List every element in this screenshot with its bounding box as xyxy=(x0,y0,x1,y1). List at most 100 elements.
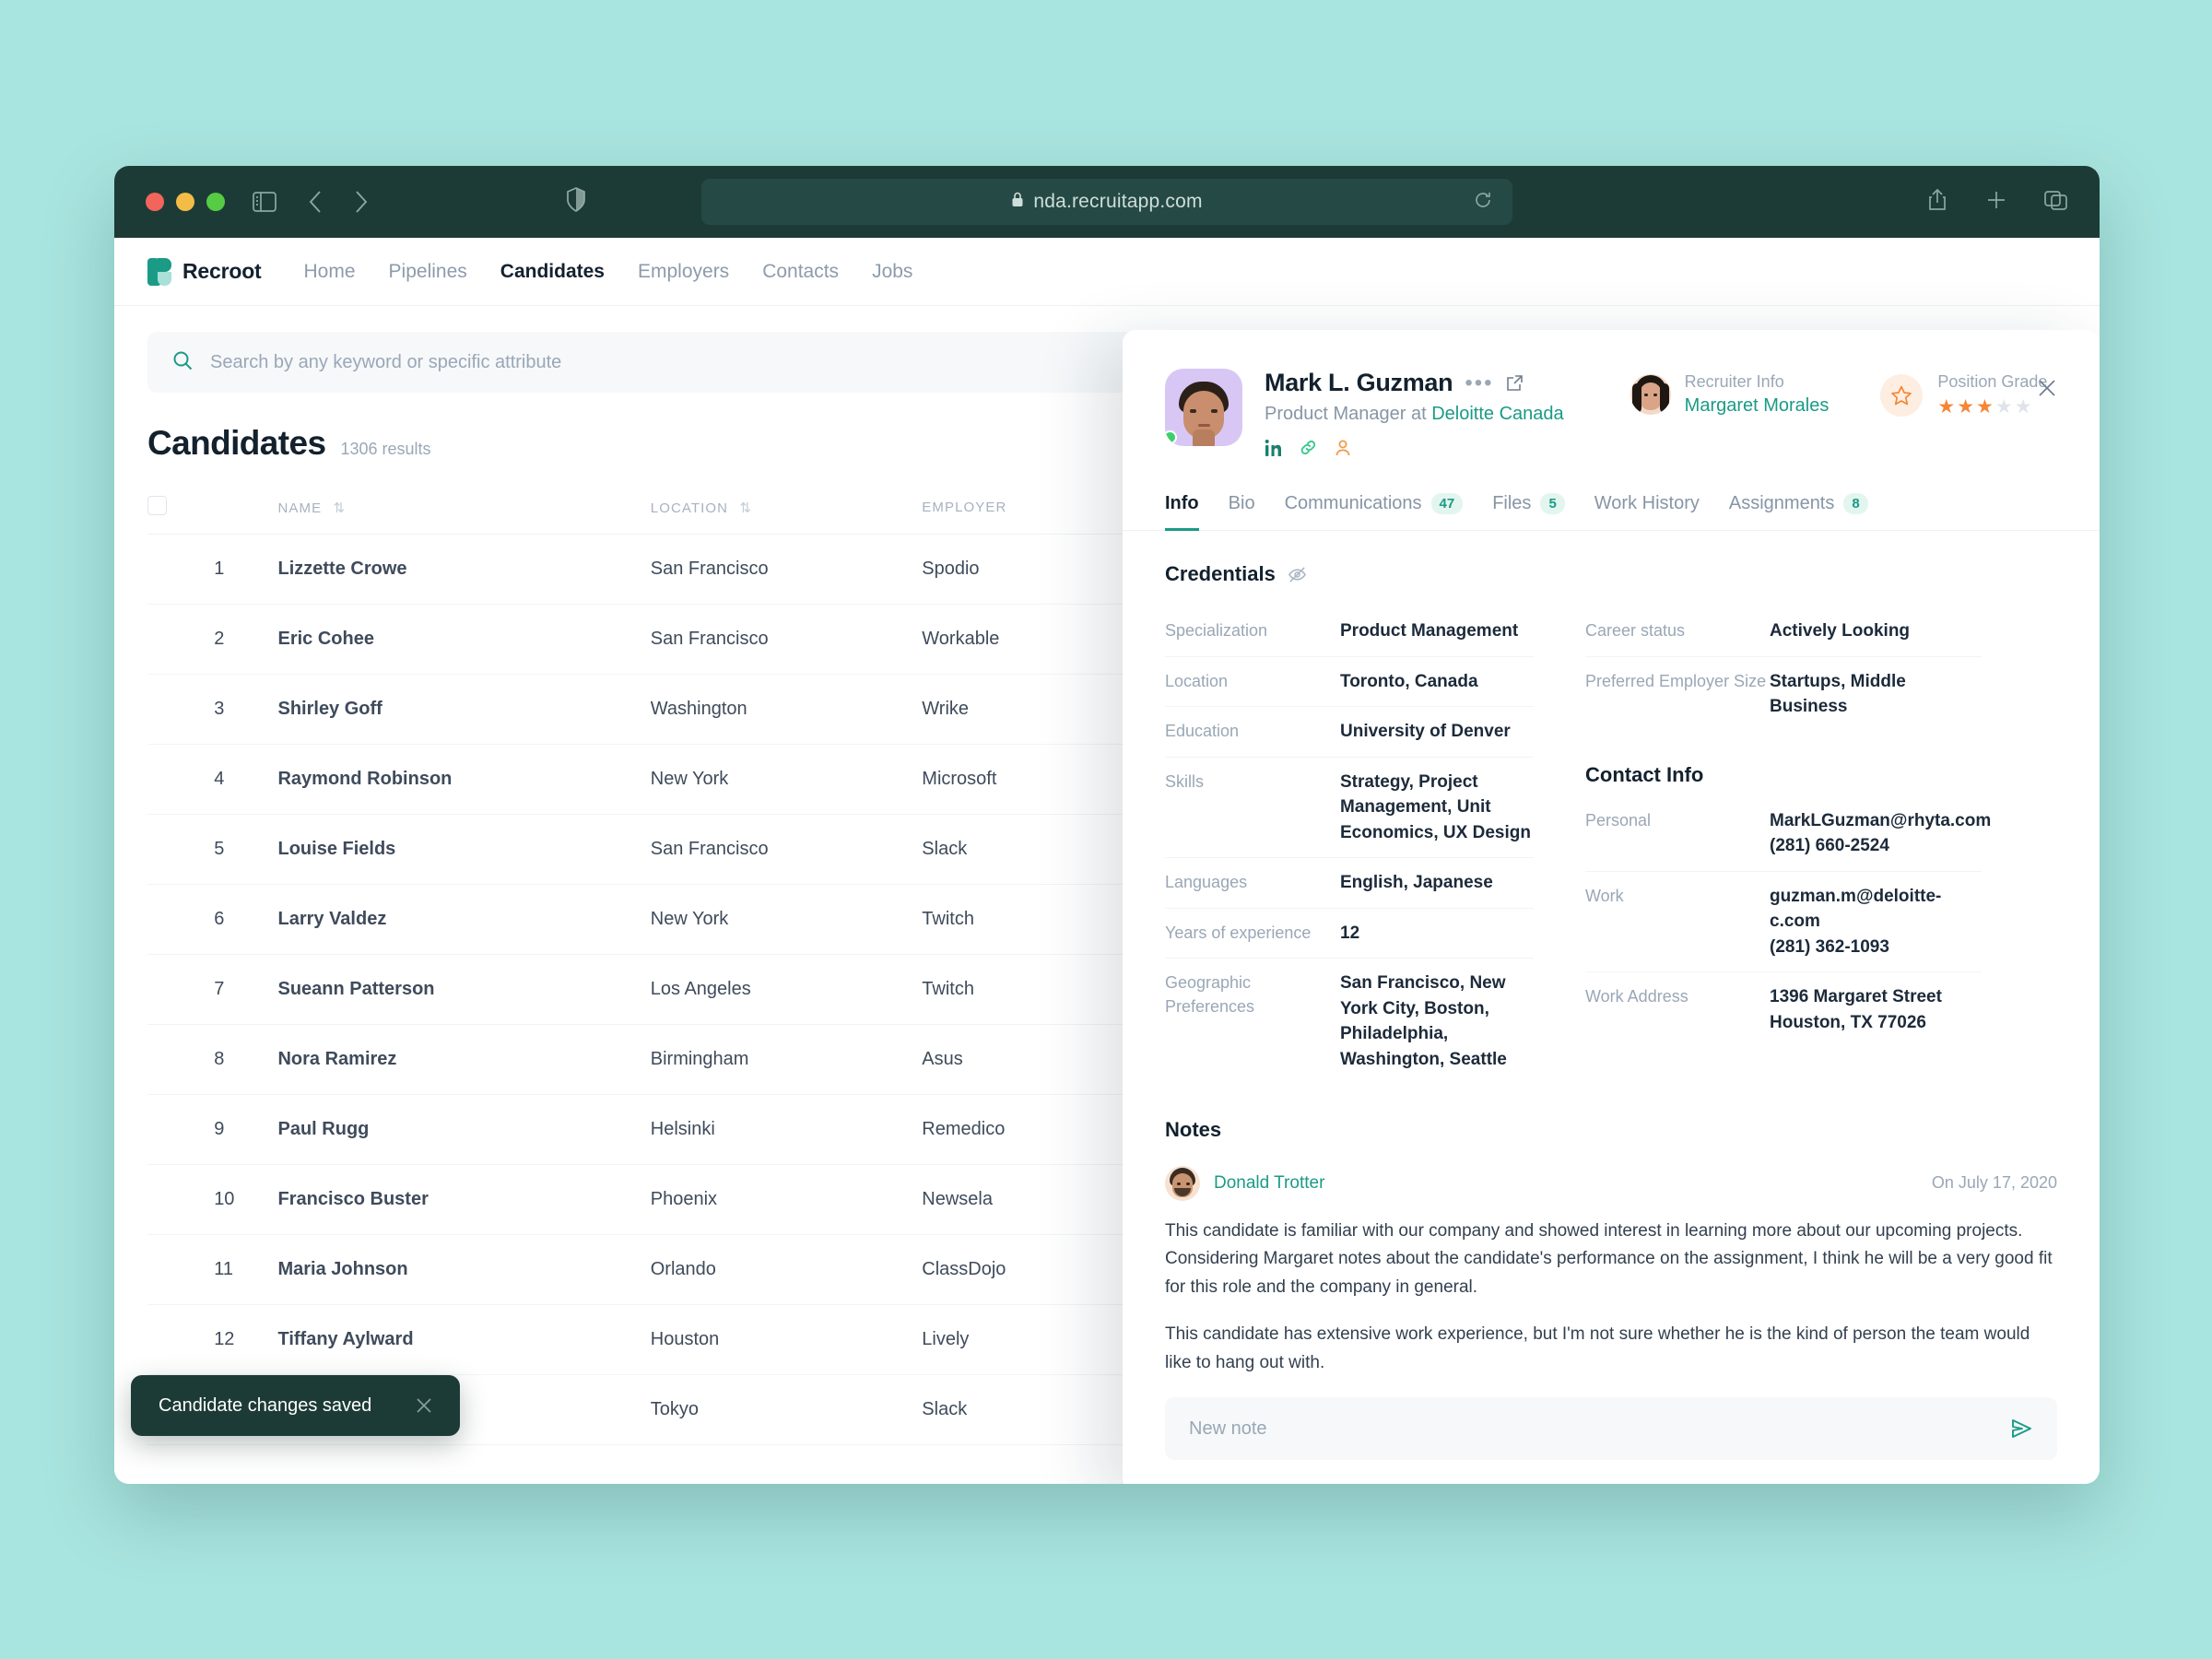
app-navbar: Recroot Home Pipelines Candidates Employ… xyxy=(114,238,2100,306)
row-location: Tokyo xyxy=(650,1374,923,1445)
ellipsis-icon[interactable]: ••• xyxy=(1465,371,1493,394)
row-checkbox-cell[interactable] xyxy=(147,1164,215,1235)
chevron-left-icon[interactable] xyxy=(308,190,323,214)
row-index: 6 xyxy=(214,884,278,955)
nav-item-candidates[interactable]: Candidates xyxy=(500,261,605,283)
nav-item-pipelines[interactable]: Pipelines xyxy=(389,261,467,283)
grade-star[interactable]: ★ xyxy=(1937,396,1957,418)
recruiter-label: Recruiter Info xyxy=(1684,372,1784,391)
row-name: Sueann Patterson xyxy=(277,954,651,1025)
note-author-name[interactable]: Donald Trotter xyxy=(1214,1173,1324,1194)
credentials-title: Credentials xyxy=(1165,562,1276,585)
row-name: Shirley Goff xyxy=(277,674,651,745)
share-icon[interactable] xyxy=(1926,188,1948,217)
linkedin-icon[interactable] xyxy=(1265,439,1283,457)
external-link-icon[interactable] xyxy=(1506,374,1524,392)
tab-work-history[interactable]: Work History xyxy=(1594,493,1700,531)
url-bar[interactable]: nda.recruitapp.com xyxy=(701,179,1512,225)
plus-icon[interactable] xyxy=(1985,189,2007,216)
grade-star[interactable]: ★ xyxy=(1995,396,2015,418)
credential-value: Product Management xyxy=(1340,621,1519,641)
select-all-checkbox[interactable] xyxy=(147,496,167,515)
col-location[interactable]: LOCATION ⇅ xyxy=(650,487,923,535)
row-checkbox-cell[interactable] xyxy=(147,954,215,1025)
info-columns: Specialization Product Management Location… xyxy=(1165,606,2057,1085)
career-contact-column: Career status Actively Looking Preferred E… xyxy=(1585,606,1991,1085)
grade-star[interactable]: ★ xyxy=(2015,396,2034,418)
candidate-identity: Mark L. Guzman ••• Product Manager at De… xyxy=(1265,369,1564,457)
eye-off-icon[interactable] xyxy=(1288,565,1307,584)
row-checkbox-cell[interactable] xyxy=(147,814,215,885)
browser-titlebar: nda.recruitapp.com xyxy=(114,166,2100,238)
row-index: 1 xyxy=(214,534,278,605)
credential-row: Location Toronto, Canada xyxy=(1165,657,1534,708)
link-icon[interactable] xyxy=(1299,438,1318,457)
profile-icon[interactable] xyxy=(1334,439,1352,457)
row-checkbox-cell[interactable] xyxy=(147,1234,215,1305)
minimize-window-button[interactable] xyxy=(176,193,194,211)
grade-star[interactable]: ★ xyxy=(1957,396,1976,418)
recruiter-name[interactable]: Margaret Morales xyxy=(1685,395,1830,417)
new-note-input[interactable]: New note xyxy=(1165,1397,2057,1460)
row-name: Lizzette Crowe xyxy=(277,534,651,605)
credential-row: Skills Strategy, Project Management, Unit… xyxy=(1165,758,1534,859)
shield-icon[interactable] xyxy=(566,186,586,218)
nav-item-jobs[interactable]: Jobs xyxy=(872,261,912,283)
grade-star[interactable]: ★ xyxy=(1976,396,1995,418)
toast-notification: Candidate changes saved xyxy=(131,1375,461,1436)
select-all-cell[interactable] xyxy=(147,487,215,535)
credential-value: San Francisco, New York City, Boston, Ph… xyxy=(1340,973,1507,1070)
window-traffic-lights xyxy=(146,193,225,211)
close-window-button[interactable] xyxy=(146,193,164,211)
sidebar-toggle-icon[interactable] xyxy=(253,192,276,212)
row-checkbox-cell[interactable] xyxy=(147,674,215,745)
close-icon[interactable] xyxy=(416,1397,432,1414)
chevron-right-icon[interactable] xyxy=(354,190,369,214)
tab-work-history-label: Work History xyxy=(1594,493,1700,513)
tab-files[interactable]: Files 5 xyxy=(1492,493,1565,531)
sort-icon[interactable]: ⇅ xyxy=(334,500,347,516)
tab-communications-label: Communications xyxy=(1284,493,1422,513)
row-index: 8 xyxy=(214,1024,278,1095)
tab-communications[interactable]: Communications 47 xyxy=(1285,493,1464,531)
row-location: Birmingham xyxy=(650,1024,923,1095)
tab-overview-icon[interactable] xyxy=(2044,189,2068,216)
career-row: Preferred Employer Size Startups, Middle … xyxy=(1585,657,1982,732)
send-icon[interactable] xyxy=(2009,1418,2033,1440)
credential-row: Geographic Preferences San Francisco, New… xyxy=(1165,959,1534,1084)
row-checkbox-cell[interactable] xyxy=(147,1024,215,1095)
nav-item-home[interactable]: Home xyxy=(304,261,356,283)
tab-info[interactable]: Info xyxy=(1165,493,1199,531)
row-location: New York xyxy=(650,744,923,815)
tab-bio[interactable]: Bio xyxy=(1229,493,1255,531)
row-checkbox-cell[interactable] xyxy=(147,1304,215,1375)
row-name: Paul Rugg xyxy=(277,1094,651,1165)
candidate-role: Product Manager at xyxy=(1265,404,1432,424)
tab-assignments-badge: 8 xyxy=(1843,493,1868,514)
brand-logo[interactable]: Recroot xyxy=(147,257,262,286)
row-checkbox-cell[interactable] xyxy=(147,534,215,605)
sort-icon[interactable]: ⇅ xyxy=(739,500,752,516)
row-checkbox-cell[interactable] xyxy=(147,884,215,955)
row-name: Raymond Robinson xyxy=(277,744,651,815)
note-paragraph: This candidate is familiar with our comp… xyxy=(1165,1220,2053,1298)
row-checkbox-cell[interactable] xyxy=(147,1094,215,1165)
close-icon[interactable] xyxy=(2037,378,2057,398)
nav-item-employers[interactable]: Employers xyxy=(638,261,729,283)
panel-tabs: Info Bio Communications 47 Files 5 Work … xyxy=(1123,492,2100,531)
nav-item-contacts[interactable]: Contacts xyxy=(762,261,839,283)
note-header: Donald Trotter On July 17, 2020 xyxy=(1165,1165,2057,1201)
row-location: San Francisco xyxy=(650,534,923,605)
col-name[interactable]: NAME ⇅ xyxy=(277,487,651,535)
tab-assignments[interactable]: Assignments 8 xyxy=(1729,493,1868,531)
candidate-detail-panel: Mark L. Guzman ••• Product Manager at De… xyxy=(1123,330,2100,1484)
star-outline-icon[interactable] xyxy=(1880,374,1924,417)
row-name: Louise Fields xyxy=(277,814,651,885)
row-checkbox-cell[interactable] xyxy=(147,604,215,675)
career-value: Startups, Middle Business xyxy=(1770,671,1906,717)
row-checkbox-cell[interactable] xyxy=(147,744,215,815)
maximize-window-button[interactable] xyxy=(206,193,225,211)
reload-icon[interactable] xyxy=(1474,191,1492,214)
grade-stars[interactable]: ★★★★★ xyxy=(1937,395,2047,418)
candidate-employer-link[interactable]: Deloitte Canada xyxy=(1431,404,1563,424)
